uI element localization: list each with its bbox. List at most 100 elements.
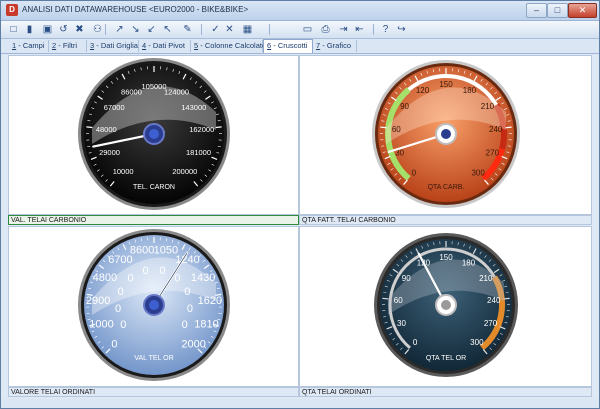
gauge-scale-label: 48000 xyxy=(96,125,117,134)
gauge-unit-label: VAL TEL OR xyxy=(134,355,173,362)
gauge-scale-label: 30 xyxy=(397,319,406,328)
gauge-scale-label: 0 xyxy=(118,286,124,298)
tab-label: - Grafico xyxy=(320,41,352,50)
gauge-dial-blue: 010002900480067008600 1050124014301620181… xyxy=(78,229,230,381)
gauge-caption[interactable]: QTA TELAI ORDINATI xyxy=(299,387,592,397)
gauge-scale-label: 0 xyxy=(412,168,417,177)
sort-asc-icon[interactable]: ↗ xyxy=(113,23,126,36)
help-icon[interactable]: ? xyxy=(379,23,392,36)
gauge-scale-label: 210 xyxy=(481,102,495,111)
status-bar xyxy=(1,399,599,408)
app-window: D ANALISI DATI DATAWAREHOUSE <EURO2000 -… xyxy=(0,0,600,409)
open-icon[interactable]: ▮ xyxy=(23,23,36,36)
gauge-scale-label: 10000 xyxy=(113,167,134,176)
toolbar-separator xyxy=(105,24,106,35)
gauge-hub-center xyxy=(441,300,451,310)
import-icon[interactable]: ⇤ xyxy=(353,23,366,36)
gauge-scale-label: 0 xyxy=(115,303,121,315)
gauge-scale-label: 300 xyxy=(471,168,485,177)
close-button[interactable]: ✕ xyxy=(568,3,597,18)
gauge-panel-qta-fatt-telai: 0 30 60 90 120 150 180 210 240 270 300 QTA CARB. xyxy=(299,55,592,215)
gauge-scale-label: 2900 xyxy=(86,295,110,307)
gauge-tick xyxy=(215,126,222,129)
gauge-caption[interactable]: QTA FATT. TELAI CARBONIO xyxy=(299,215,592,225)
gauge-dial-black: 10000 29000 48000 67000 86000105000124000 143… xyxy=(78,58,230,210)
export-icon[interactable]: ⇥ xyxy=(337,23,350,36)
gauge-panel-val-telai-carbonio: 10000 29000 48000 67000 86000 105000 124000 143… xyxy=(8,55,299,215)
new-icon[interactable]: □ xyxy=(7,23,20,36)
save-icon[interactable]: ▣ xyxy=(41,23,54,36)
title-bar[interactable]: D ANALISI DATI DATAWAREHOUSE <EURO2000 -… xyxy=(1,1,599,21)
gauge-scale-label: 1810 xyxy=(194,319,218,331)
undo-icon[interactable]: ↺ xyxy=(57,23,70,36)
gauge-scale-label: 60 xyxy=(392,125,401,134)
gauge-scale-label: 180 xyxy=(462,259,476,268)
tab-3[interactable]: 3 - Dati Griglia xyxy=(87,40,139,52)
gauge-scale-label: 120 xyxy=(416,86,430,95)
gauge-scale-label: 210 xyxy=(479,274,493,283)
gauge-scale-label: 29000 xyxy=(99,148,120,157)
tab-label: - Filtri xyxy=(56,41,77,50)
gauge-scale-label: 0 xyxy=(159,265,165,277)
gauge-scale-label: 300 xyxy=(470,338,484,347)
filter-icon[interactable]: ↙ xyxy=(145,23,158,36)
gauge-scale-label: 0 xyxy=(413,338,418,347)
tab-7[interactable]: 7 - Grafico xyxy=(313,40,357,52)
gauge-scale-label: 2000 xyxy=(181,339,205,351)
gauge-scale-label: 0 xyxy=(174,273,180,285)
tab-2[interactable]: 2 - Filtri xyxy=(49,40,87,52)
monitor-icon[interactable]: ▭ xyxy=(301,23,314,36)
gauge-scale-label: 270 xyxy=(486,149,500,158)
tab-label: - Dati Griglia xyxy=(94,41,138,50)
app-icon: D xyxy=(6,4,18,16)
cross-icon[interactable]: ✕ xyxy=(223,23,236,36)
gauge-caption[interactable]: VALORE TELAI ORDINATI xyxy=(8,387,299,397)
gauge-scale-label: 270 xyxy=(484,319,498,328)
edit-icon[interactable]: ✎ xyxy=(181,23,194,36)
gauge-scale-label: 181000 xyxy=(186,148,211,157)
tab-label: - Cruscotti xyxy=(271,41,308,50)
gauge-scale-label: 0 xyxy=(128,273,134,285)
gauge-scale-label: 200000 xyxy=(172,167,197,176)
gauge-caption[interactable]: VAL. TELAI CARBONIO xyxy=(8,215,299,225)
tab-5[interactable]: 5 - Colonne Calcolate xyxy=(191,40,267,52)
gauge-scale-label: 90 xyxy=(402,274,411,283)
gauge-scale-label: 0 xyxy=(143,265,149,277)
gauge-scale-label: 86000 xyxy=(121,88,142,97)
tab-strip: 1 - Campi 2 - Filtri 3 - Dati Griglia 4 - D… xyxy=(1,39,599,54)
gauge-hub-center xyxy=(149,300,159,310)
tab-1[interactable]: 1 - Campi xyxy=(9,40,49,52)
gauge-scale-label: 124000 xyxy=(164,88,189,97)
gauge-tick xyxy=(505,126,512,129)
gauge-scale-label: 1000 xyxy=(89,319,113,331)
sort-desc-icon[interactable]: ↘ xyxy=(129,23,142,36)
gauge-hub-center xyxy=(441,129,451,139)
layout-icon[interactable]: ▦ xyxy=(241,23,254,36)
gauge-scale-label: 143000 xyxy=(181,103,206,112)
gauge-scale-label: 240 xyxy=(487,296,501,305)
check-icon[interactable]: ✓ xyxy=(209,23,222,36)
gauge-hub-center xyxy=(149,129,159,139)
print-icon[interactable]: ⎙ xyxy=(319,23,332,36)
gauge-tick xyxy=(86,126,93,129)
gauge-unit-label: QTA TEL OR xyxy=(426,355,466,362)
gauge-scale-label: 150 xyxy=(439,80,453,89)
tab-4[interactable]: 4 - Dati Pivot xyxy=(139,40,191,52)
gauge-scale-label: 240 xyxy=(489,125,503,134)
delete-icon[interactable]: ✖ xyxy=(73,23,86,36)
minimize-button[interactable]: – xyxy=(526,3,547,18)
gauge-scale-label: 180 xyxy=(463,86,477,95)
arrow-icon[interactable]: ↖ xyxy=(161,23,174,36)
gauge-panel-qta-telai-ordinati: 0306090120150180210240270300QTA TEL OR xyxy=(299,226,592,387)
gauge-scale-label: 4800 xyxy=(93,272,117,284)
toolbar: □ ▮ ▣ ↺ ✖ ⚇ ↗ ↘ ↙ ↖ ✎ ✓ ✕ ▦ ▭ ⎙ ⇥ ⇤? ↪ xyxy=(1,21,599,39)
tab-6[interactable]: 6 - Cruscotti xyxy=(263,39,313,53)
toolbar-separator xyxy=(373,24,374,35)
maximize-button[interactable]: □ xyxy=(547,3,568,18)
tab-label: - Colonne Calcolate xyxy=(198,41,267,50)
gauge-scale-label: 0 xyxy=(184,286,190,298)
toolbar-separator xyxy=(269,24,270,35)
exit-icon[interactable]: ↪ xyxy=(395,23,408,36)
gauge-scale-label: 162000 xyxy=(189,125,214,134)
find-icon[interactable]: ⚇ xyxy=(91,23,104,36)
